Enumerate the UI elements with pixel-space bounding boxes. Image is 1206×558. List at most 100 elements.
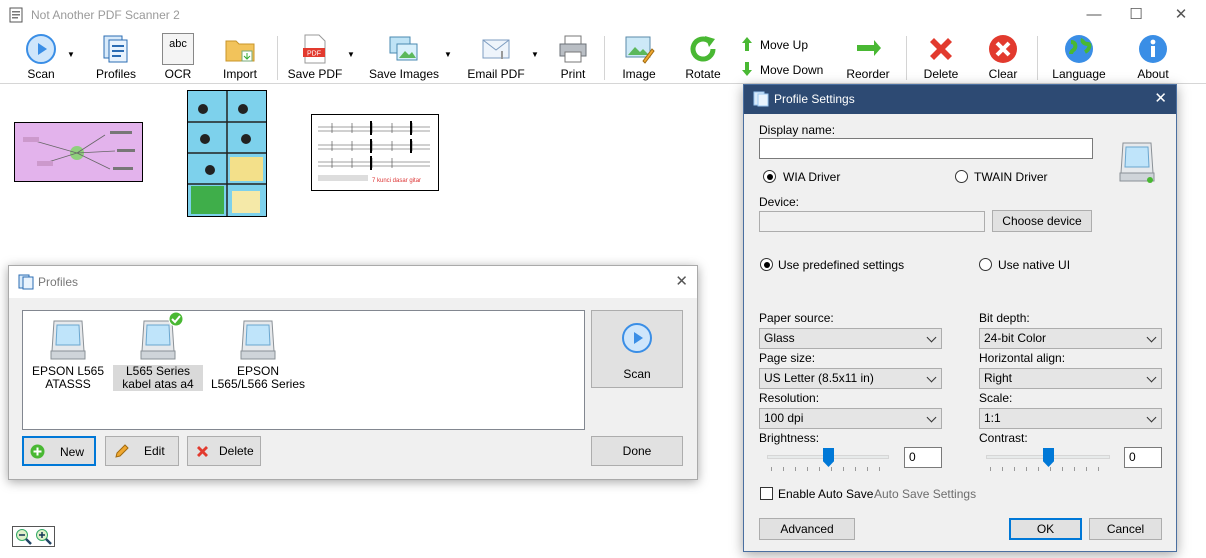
pdf-icon-text: PDF [307, 51, 321, 58]
zoom-controls [12, 526, 55, 547]
toolbar-separator [277, 36, 278, 80]
rotate-icon [690, 36, 716, 62]
scan-button[interactable]: Scan [16, 30, 66, 84]
horizontal-align-select[interactable]: Right [979, 368, 1162, 389]
profiles-scan-button[interactable]: Scan [591, 310, 683, 388]
delete-profile-button[interactable]: Delete [187, 436, 261, 466]
paper-source-value: Glass [764, 331, 795, 345]
rotate-button[interactable]: Rotate [680, 30, 726, 84]
brightness-slider-ticks [771, 467, 888, 471]
brightness-input[interactable]: 0 [904, 447, 942, 468]
paper-source-label: Paper source: [759, 311, 834, 325]
scan-dropdown-arrow[interactable]: ▼ [67, 50, 75, 59]
advanced-button[interactable]: Advanced [759, 518, 855, 540]
profiles-button[interactable]: Profiles [90, 30, 142, 84]
scale-select[interactable]: 1:1 [979, 408, 1162, 429]
use-predefined-settings-label: Use predefined settings [778, 258, 905, 272]
new-profile-button[interactable]: New [22, 436, 96, 466]
done-button[interactable]: Done [591, 436, 683, 466]
cancel-button[interactable]: Cancel [1089, 518, 1162, 540]
edit-profile-button[interactable]: Edit [105, 436, 179, 466]
enable-auto-save-checkbox[interactable] [760, 487, 773, 500]
profiles-dialog-close-button[interactable]: ✕ [675, 272, 688, 290]
ok-button[interactable]: OK [1009, 518, 1082, 540]
email-pdf-button[interactable]: Email PDF [466, 30, 526, 84]
maximize-button[interactable]: ☐ [1127, 6, 1145, 24]
ocr-label: OCR [164, 67, 192, 81]
wia-driver-radio[interactable] [763, 170, 776, 183]
page-thumbnail-guitar-chords[interactable]: 7 kunci dasar gitar [311, 114, 439, 191]
profile-item[interactable]: EPSON L565 ATASSS [23, 315, 113, 391]
profile-item-label: L565 Series kabel atas a4 [113, 365, 203, 391]
scanner-icon [138, 311, 184, 361]
toolbar-separator [604, 36, 605, 80]
zoom-out-icon[interactable] [15, 528, 33, 546]
images-icon [389, 36, 418, 61]
profile-item[interactable]: EPSON L565/L566 Series [208, 315, 308, 391]
scale-value: 1:1 [984, 411, 1001, 425]
profile-item-selected[interactable]: L565 Series kabel atas a4 [113, 311, 203, 391]
twain-driver-label: TWAIN Driver [974, 170, 1048, 184]
ocr-button[interactable]: abc OCR [155, 30, 201, 84]
default-check-icon [168, 311, 184, 327]
delete-x-icon [197, 446, 208, 457]
close-button[interactable]: ✕ [1172, 6, 1190, 24]
save-pdf-dropdown-arrow[interactable]: ▼ [347, 50, 355, 59]
choose-device-button[interactable]: Choose device [992, 210, 1092, 232]
delete-profile-label: Delete [219, 444, 254, 458]
use-predefined-settings-radio[interactable] [760, 258, 773, 271]
save-pdf-button[interactable]: PDF Save PDF [287, 30, 343, 84]
scale-label: Scale: [979, 391, 1013, 405]
brightness-slider-thumb[interactable] [823, 448, 834, 467]
arrow-up-icon [742, 37, 752, 51]
language-label: Language [1052, 67, 1106, 81]
language-button[interactable]: Language [1048, 30, 1110, 84]
wia-driver-label: WIA Driver [783, 170, 841, 184]
print-button[interactable]: Print [553, 30, 593, 84]
settings-dialog-titlebar: Profile Settings ✕ [744, 85, 1176, 114]
page-thumbnail-comic[interactable] [187, 90, 267, 217]
delete-button[interactable]: Delete [918, 30, 964, 84]
profile-item-label: EPSON L565 ATASSS [31, 364, 105, 391]
save-images-label: Save Images [368, 67, 440, 81]
paper-source-select[interactable]: Glass [759, 328, 942, 349]
save-images-button[interactable]: Save Images [368, 30, 440, 84]
page-thumbnail-mindmap[interactable] [14, 122, 143, 182]
bit-depth-value: 24-bit Color [984, 331, 1047, 345]
email-icon [482, 39, 510, 59]
save-images-dropdown-arrow[interactable]: ▼ [444, 50, 452, 59]
ocr-icon: abc [162, 33, 194, 65]
display-name-input[interactable] [759, 138, 1093, 159]
twain-driver-radio[interactable] [955, 170, 968, 183]
minimize-button[interactable]: — [1085, 6, 1103, 24]
auto-save-settings-link[interactable]: Auto Save Settings [874, 487, 976, 501]
contrast-slider-thumb[interactable] [1043, 448, 1054, 467]
clear-icon [989, 35, 1017, 63]
reorder-button[interactable]: Reorder [842, 30, 894, 84]
app-scanner-icon [9, 7, 23, 23]
chevron-down-icon [926, 372, 937, 383]
profile-settings-dialog: Profile Settings ✕ Display name: WIA Dri… [743, 84, 1177, 552]
bit-depth-select[interactable]: 24-bit Color [979, 328, 1162, 349]
import-button[interactable]: Import [215, 30, 265, 84]
chevron-down-icon [926, 412, 937, 423]
rotate-label: Rotate [685, 67, 721, 81]
use-native-ui-radio[interactable] [979, 258, 992, 271]
about-button[interactable]: About [1130, 30, 1176, 84]
clear-button[interactable]: Clear [980, 30, 1026, 84]
display-name-label: Display name: [759, 123, 836, 137]
brightness-label: Brightness: [759, 431, 820, 445]
image-button[interactable]: Image [616, 30, 662, 84]
email-pdf-dropdown-arrow[interactable]: ▼ [531, 50, 539, 59]
settings-dialog-close-button[interactable]: ✕ [1154, 89, 1167, 107]
reorder-label: Reorder [846, 67, 890, 81]
delete-x-icon [930, 38, 952, 60]
page-size-select[interactable]: US Letter (8.5x11 in) [759, 368, 942, 389]
move-down-label: Move Down [760, 63, 824, 77]
chevron-down-icon [1146, 372, 1157, 383]
zoom-in-icon[interactable] [35, 528, 53, 546]
contrast-input[interactable]: 0 [1124, 447, 1162, 468]
toolbar-separator [1037, 36, 1038, 80]
resolution-select[interactable]: 100 dpi [759, 408, 942, 429]
image-edit-icon [625, 36, 655, 64]
